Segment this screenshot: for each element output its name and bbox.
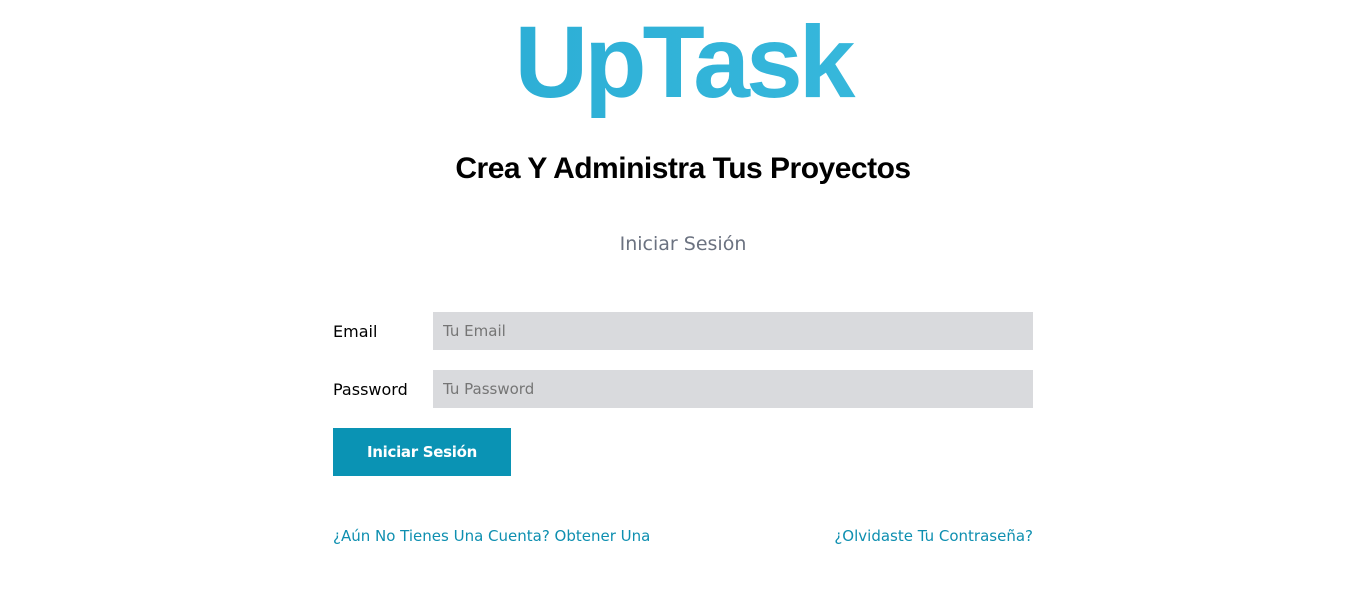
email-input[interactable] <box>433 312 1033 350</box>
login-page: UpTask Crea Y Administra Tus Proyectos I… <box>0 0 1366 602</box>
login-form: Email Password Iniciar Sesión <box>333 312 1033 476</box>
account-links: ¿Aún No Tienes Una Cuenta? Obtener Una ¿… <box>333 524 1033 548</box>
email-field-row: Email <box>333 312 1033 350</box>
page-tagline: Crea Y Administra Tus Proyectos <box>455 152 911 185</box>
password-field-row: Password <box>333 370 1033 408</box>
password-input[interactable] <box>433 370 1033 408</box>
create-account-link[interactable]: ¿Aún No Tienes Una Cuenta? Obtener Una <box>333 524 650 548</box>
forgot-password-link[interactable]: ¿Olvidaste Tu Contraseña? <box>834 524 1033 548</box>
password-label: Password <box>333 379 408 399</box>
uptask-logo: UpTask <box>0 2 1366 122</box>
login-submit-button[interactable]: Iniciar Sesión <box>333 428 511 476</box>
email-label: Email <box>333 321 378 341</box>
login-title: Iniciar Sesión <box>619 233 747 255</box>
